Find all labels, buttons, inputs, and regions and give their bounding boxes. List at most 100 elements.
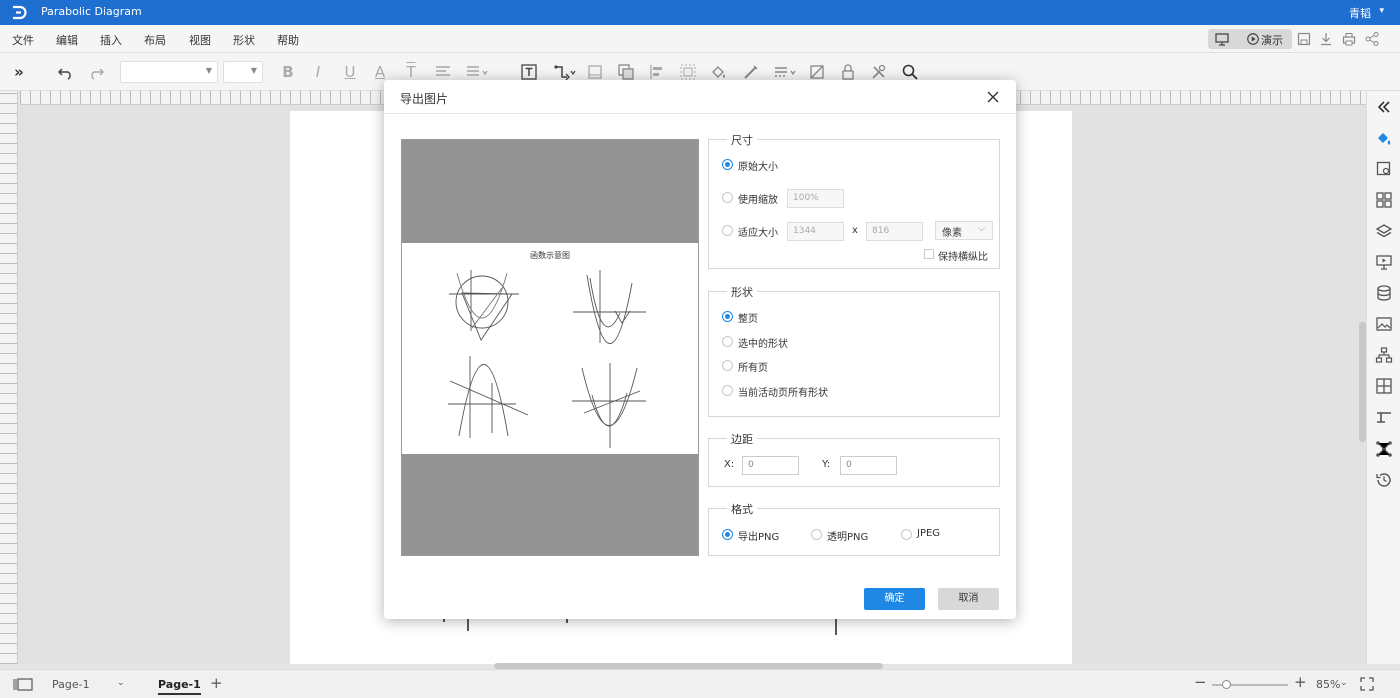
tools-icon[interactable]: [870, 63, 888, 81]
present-button[interactable]: 演示: [1261, 32, 1283, 48]
text-style-icon[interactable]: T: [402, 63, 420, 81]
use-scale-radio[interactable]: [722, 192, 733, 203]
all-pages-radio[interactable]: [722, 360, 733, 371]
margin-y-input[interactable]: 0: [840, 456, 897, 475]
line-spacing-icon[interactable]: [465, 63, 489, 81]
selected-shapes-radio[interactable]: [722, 336, 733, 347]
height-input[interactable]: 816: [866, 222, 923, 241]
underline-icon[interactable]: U: [341, 63, 359, 81]
zoom-level[interactable]: 85%: [1316, 678, 1340, 691]
image-icon[interactable]: [1375, 315, 1393, 333]
menu-insert[interactable]: 插入: [100, 32, 122, 48]
print-icon[interactable]: [1341, 31, 1357, 47]
png-label[interactable]: 导出PNG: [738, 528, 779, 543]
shapes-library-icon[interactable]: [1375, 191, 1393, 209]
history-icon[interactable]: [1375, 471, 1393, 489]
vertical-scrollbar[interactable]: [1359, 322, 1366, 442]
line-style-icon[interactable]: [773, 63, 797, 81]
all-pages-label[interactable]: 所有页: [738, 359, 768, 374]
keep-ratio-label[interactable]: 保持横纵比: [938, 248, 988, 263]
ok-button[interactable]: 确定: [864, 588, 925, 610]
width-input[interactable]: 1344: [787, 222, 844, 241]
cancel-button[interactable]: 取消: [938, 588, 999, 610]
active-page-shapes-label[interactable]: 当前活动页所有形状: [738, 384, 828, 399]
redo-icon[interactable]: [87, 63, 105, 81]
whole-page-radio[interactable]: [722, 311, 733, 322]
data-icon[interactable]: [1375, 284, 1393, 302]
selected-shapes-label[interactable]: 选中的形状: [738, 335, 788, 350]
zoom-in-icon[interactable]: +: [1294, 673, 1307, 691]
whole-page-label[interactable]: 整页: [738, 310, 758, 325]
menu-file[interactable]: 文件: [12, 32, 34, 48]
collapse-panel-icon[interactable]: [1375, 98, 1393, 116]
bring-front-icon[interactable]: [586, 63, 604, 81]
transparent-png-radio[interactable]: [811, 529, 822, 540]
fit-size-radio[interactable]: [722, 225, 733, 236]
italic-icon[interactable]: I: [309, 63, 327, 81]
active-page-shapes-radio[interactable]: [722, 385, 733, 396]
monitor-icon[interactable]: [1214, 31, 1230, 47]
duplicate-icon[interactable]: [617, 63, 635, 81]
use-scale-label[interactable]: 使用缩放: [738, 191, 778, 206]
chevron-down-icon[interactable]: ▾: [1379, 6, 1384, 16]
group-icon[interactable]: [679, 63, 697, 81]
menu-view[interactable]: 视图: [189, 32, 211, 48]
mind-map-icon[interactable]: [1375, 440, 1393, 458]
fullscreen-icon[interactable]: [1360, 677, 1374, 691]
page-selector[interactable]: Page-1: [52, 678, 90, 691]
font-family-select[interactable]: ▼: [120, 61, 218, 83]
fill-color-icon[interactable]: [710, 63, 728, 81]
undo-icon[interactable]: [57, 63, 75, 81]
lock-icon[interactable]: [839, 63, 857, 81]
tab-page-1[interactable]: Page-1: [158, 678, 201, 695]
search-icon[interactable]: [901, 63, 919, 81]
line-color-icon[interactable]: [742, 63, 760, 81]
menu-bar: 文件 编辑 插入 布局 视图 形状 帮助: [0, 25, 1400, 53]
table-layout-icon[interactable]: [1375, 377, 1393, 395]
close-icon[interactable]: [986, 90, 1000, 104]
jpeg-radio[interactable]: [901, 529, 912, 540]
margin-x-input[interactable]: 0: [742, 456, 799, 475]
distribute-icon[interactable]: [648, 63, 666, 81]
align-icon[interactable]: [434, 63, 452, 81]
connector-icon[interactable]: [553, 63, 577, 81]
presentation-icon[interactable]: [1375, 253, 1393, 271]
chevron-down-icon[interactable]: ⌄: [1340, 678, 1348, 688]
fit-size-label[interactable]: 适应大小: [738, 224, 778, 239]
transparent-png-label[interactable]: 透明PNG: [827, 528, 868, 543]
scale-input[interactable]: 100%: [787, 189, 844, 208]
original-size-label[interactable]: 原始大小: [738, 158, 778, 173]
menu-edit[interactable]: 编辑: [56, 32, 78, 48]
zoom-slider-handle[interactable]: [1222, 680, 1231, 689]
chevron-down-icon[interactable]: ⌄: [117, 678, 125, 688]
jpeg-label[interactable]: JPEG: [917, 528, 940, 539]
paint-bucket-icon[interactable]: [1375, 129, 1393, 147]
menu-help[interactable]: 帮助: [277, 32, 299, 48]
menu-shape[interactable]: 形状: [233, 32, 255, 48]
download-icon[interactable]: [1318, 31, 1334, 47]
unit-select[interactable]: 像素 ⌵: [935, 221, 993, 240]
original-size-radio[interactable]: [722, 159, 733, 170]
share-icon[interactable]: [1364, 31, 1380, 47]
zoom-out-icon[interactable]: −: [1194, 673, 1207, 691]
page-settings-icon[interactable]: [1375, 160, 1393, 178]
document-title[interactable]: Parabolic Diagram: [41, 5, 142, 18]
add-page-icon[interactable]: +: [210, 674, 223, 692]
app-logo-icon[interactable]: [10, 4, 28, 21]
timeline-icon[interactable]: [1375, 408, 1393, 426]
page-list-icon[interactable]: [13, 678, 33, 691]
font-color-icon[interactable]: A: [371, 63, 389, 81]
layers-icon[interactable]: [1375, 222, 1393, 240]
font-size-select[interactable]: ▼: [223, 61, 263, 83]
no-style-icon[interactable]: [808, 63, 826, 81]
org-chart-icon[interactable]: [1375, 346, 1393, 364]
save-icon[interactable]: [1296, 31, 1312, 47]
user-name[interactable]: 青韬: [1349, 5, 1371, 21]
bold-icon[interactable]: B: [279, 63, 297, 81]
menu-layout[interactable]: 布局: [144, 32, 166, 48]
expand-panel-icon[interactable]: »: [10, 63, 28, 81]
text-box-icon[interactable]: [520, 63, 538, 81]
png-radio[interactable]: [722, 529, 733, 540]
play-icon[interactable]: [1246, 31, 1260, 47]
keep-ratio-checkbox[interactable]: [924, 249, 934, 259]
